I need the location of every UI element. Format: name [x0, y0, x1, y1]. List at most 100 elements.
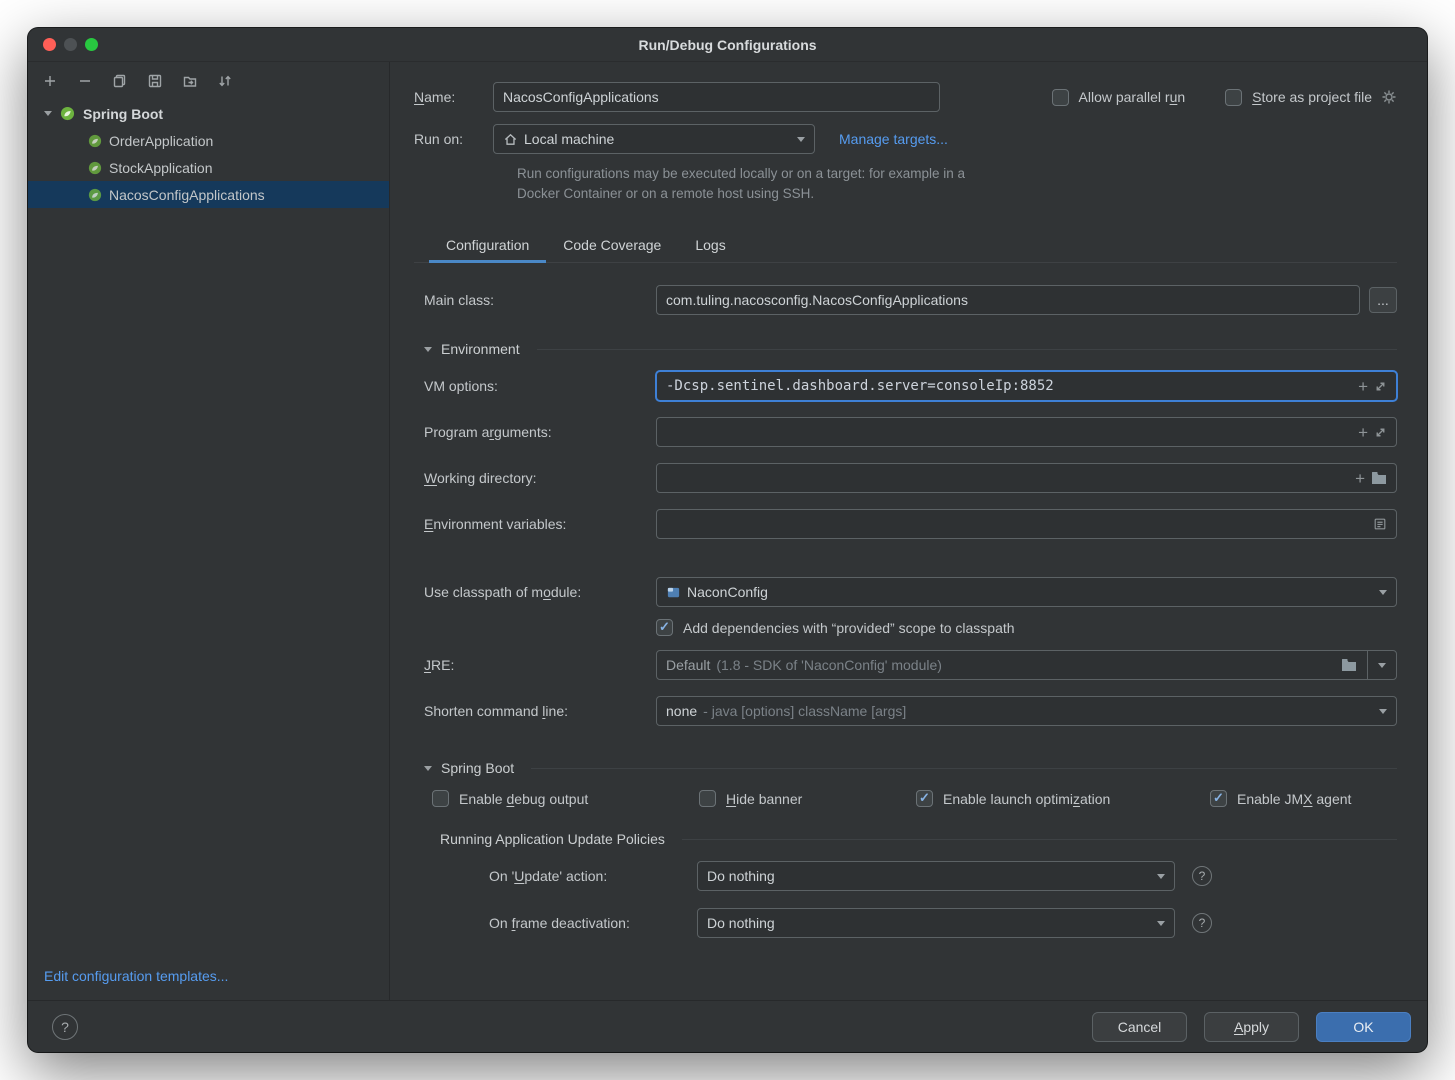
sort-configurations-button[interactable]: [217, 73, 233, 89]
working-directory-field-wrap: +: [656, 463, 1397, 493]
remove-configuration-button[interactable]: [77, 73, 93, 89]
update-policies-label: Running Application Update Policies: [440, 831, 665, 847]
minimize-button[interactable]: [64, 38, 77, 51]
help-icon[interactable]: [1192, 866, 1212, 886]
on-frame-deactivation-combobox[interactable]: Do nothing: [697, 908, 1175, 938]
vm-options-row: VM options: +: [414, 371, 1397, 401]
edit-configuration-templates-link[interactable]: Edit configuration templates...: [28, 968, 389, 1000]
spring-boot-section-label: Spring Boot: [441, 760, 514, 776]
enable-jmx-agent-checkbox[interactable]: [1210, 790, 1227, 807]
help-icon[interactable]: [1192, 913, 1212, 933]
cancel-button[interactable]: Cancel: [1092, 1012, 1187, 1042]
enable-launch-optimization-checkbox[interactable]: [916, 790, 933, 807]
tree-item-stock-application[interactable]: StockApplication: [28, 154, 389, 181]
tab-configuration[interactable]: Configuration: [429, 229, 546, 262]
tab-logs[interactable]: Logs: [678, 229, 742, 262]
save-configuration-button[interactable]: [147, 73, 163, 89]
move-to-folder-button[interactable]: [182, 73, 198, 89]
tree-item-label: NacosConfigApplications: [109, 187, 265, 203]
browse-folder-icon[interactable]: [1341, 658, 1357, 672]
tree-group-label: Spring Boot: [83, 106, 163, 122]
help-button[interactable]: [52, 1014, 78, 1040]
home-icon: [503, 132, 518, 147]
zoom-button[interactable]: [85, 38, 98, 51]
store-as-project-file-checkbox[interactable]: [1225, 89, 1242, 106]
program-arguments-input[interactable]: [666, 424, 1352, 440]
module-combobox[interactable]: NaconConfig: [656, 577, 1397, 607]
working-directory-label: Working directory:: [424, 470, 656, 486]
spring-boot-icon: [88, 188, 102, 202]
use-classpath-label: Use classpath of module:: [424, 584, 656, 600]
manage-targets-link[interactable]: Manage targets...: [839, 131, 948, 147]
sidebar-toolbar: [28, 62, 389, 100]
working-directory-row: Working directory: +: [414, 463, 1397, 493]
run-on-label: Run on:: [414, 131, 493, 147]
apply-button[interactable]: Apply: [1204, 1012, 1299, 1042]
ok-button[interactable]: OK: [1316, 1012, 1411, 1042]
environment-section-label: Environment: [441, 341, 520, 357]
on-update-action-row: On 'Update' action: Do nothing: [414, 861, 1397, 891]
shorten-hint: - java [options] className [args]: [703, 703, 1373, 719]
spring-boot-section-header[interactable]: Spring Boot: [414, 760, 1397, 776]
chevron-down-icon[interactable]: [424, 347, 432, 352]
name-input[interactable]: [503, 89, 930, 105]
tree-item-label: OrderApplication: [109, 133, 213, 149]
chevron-down-icon[interactable]: [1378, 663, 1386, 668]
jre-combobox[interactable]: Default (1.8 - SDK of 'NaconConfig' modu…: [656, 650, 1397, 680]
expand-field-icon[interactable]: [1374, 380, 1387, 393]
configurations-sidebar: Spring Boot OrderApplication StockApplic…: [28, 62, 390, 1000]
enable-debug-output-label: Enable debug output: [459, 791, 588, 807]
chevron-down-icon: [1157, 874, 1165, 879]
module-value: NaconConfig: [687, 584, 1373, 600]
chevron-down-icon: [1379, 709, 1387, 714]
browse-main-class-button[interactable]: ...: [1369, 287, 1397, 313]
use-classpath-row: Use classpath of module: NaconConfig: [414, 577, 1397, 607]
on-update-action-combobox[interactable]: Do nothing: [697, 861, 1175, 891]
environment-section-header[interactable]: Environment: [414, 341, 1397, 357]
tab-code-coverage[interactable]: Code Coverage: [546, 229, 678, 262]
on-update-action-label: On 'Update' action:: [489, 868, 697, 884]
close-button[interactable]: [43, 38, 56, 51]
copy-configuration-button[interactable]: [112, 73, 128, 89]
run-on-combobox[interactable]: Local machine: [493, 124, 815, 154]
settings-gear-icon[interactable]: [1381, 89, 1397, 105]
configurations-tree: Spring Boot OrderApplication StockApplic…: [28, 100, 389, 968]
provided-scope-row: Add dependencies with “provided” scope t…: [414, 619, 1397, 636]
add-configuration-button[interactable]: [42, 73, 58, 89]
save-icon: [147, 73, 163, 89]
main-class-input[interactable]: [666, 292, 1350, 308]
tree-item-order-application[interactable]: OrderApplication: [28, 127, 389, 154]
hide-banner-label: Hide banner: [726, 791, 802, 807]
add-macro-icon[interactable]: +: [1358, 378, 1368, 395]
expand-field-icon[interactable]: [1374, 426, 1387, 439]
main-class-row: Main class: ...: [414, 285, 1397, 315]
store-as-project-file-label: Store as project file: [1252, 89, 1372, 105]
shorten-command-line-combobox[interactable]: none - java [options] className [args]: [656, 696, 1397, 726]
enable-launch-optimization-label: Enable launch optimization: [943, 791, 1110, 807]
shorten-command-line-row: Shorten command line: none - java [optio…: [414, 696, 1397, 726]
sort-icon: [217, 73, 233, 89]
hide-banner-checkbox[interactable]: [699, 790, 716, 807]
chevron-down-icon[interactable]: [44, 111, 52, 116]
allow-parallel-run-checkbox[interactable]: [1052, 89, 1069, 106]
environment-variables-input[interactable]: [666, 516, 1367, 532]
enable-debug-output-checkbox[interactable]: [432, 790, 449, 807]
chevron-down-icon[interactable]: [424, 766, 432, 771]
provided-scope-checkbox[interactable]: [656, 619, 673, 636]
chevron-down-icon: [797, 137, 805, 142]
working-directory-input[interactable]: [666, 470, 1349, 486]
enable-jmx-agent-group: Enable JMX agent: [1210, 790, 1351, 807]
allow-parallel-run-group: Allow parallel run: [1052, 89, 1186, 106]
window-title: Run/Debug Configurations: [638, 37, 816, 53]
provided-scope-group: Add dependencies with “provided” scope t…: [656, 619, 1015, 636]
tree-item-nacos-config-applications[interactable]: NacosConfigApplications: [28, 181, 389, 208]
vm-options-input[interactable]: [666, 378, 1352, 394]
configuration-tabs: Configuration Code Coverage Logs: [414, 229, 1397, 263]
name-label: Name:: [414, 89, 493, 105]
browse-variables-icon[interactable]: [1373, 517, 1387, 531]
browse-folder-icon[interactable]: [1371, 471, 1387, 485]
add-macro-icon[interactable]: +: [1358, 424, 1368, 441]
add-macro-icon[interactable]: +: [1355, 470, 1365, 487]
vm-options-label: VM options:: [424, 378, 656, 394]
tree-group-spring-boot[interactable]: Spring Boot: [28, 100, 389, 127]
